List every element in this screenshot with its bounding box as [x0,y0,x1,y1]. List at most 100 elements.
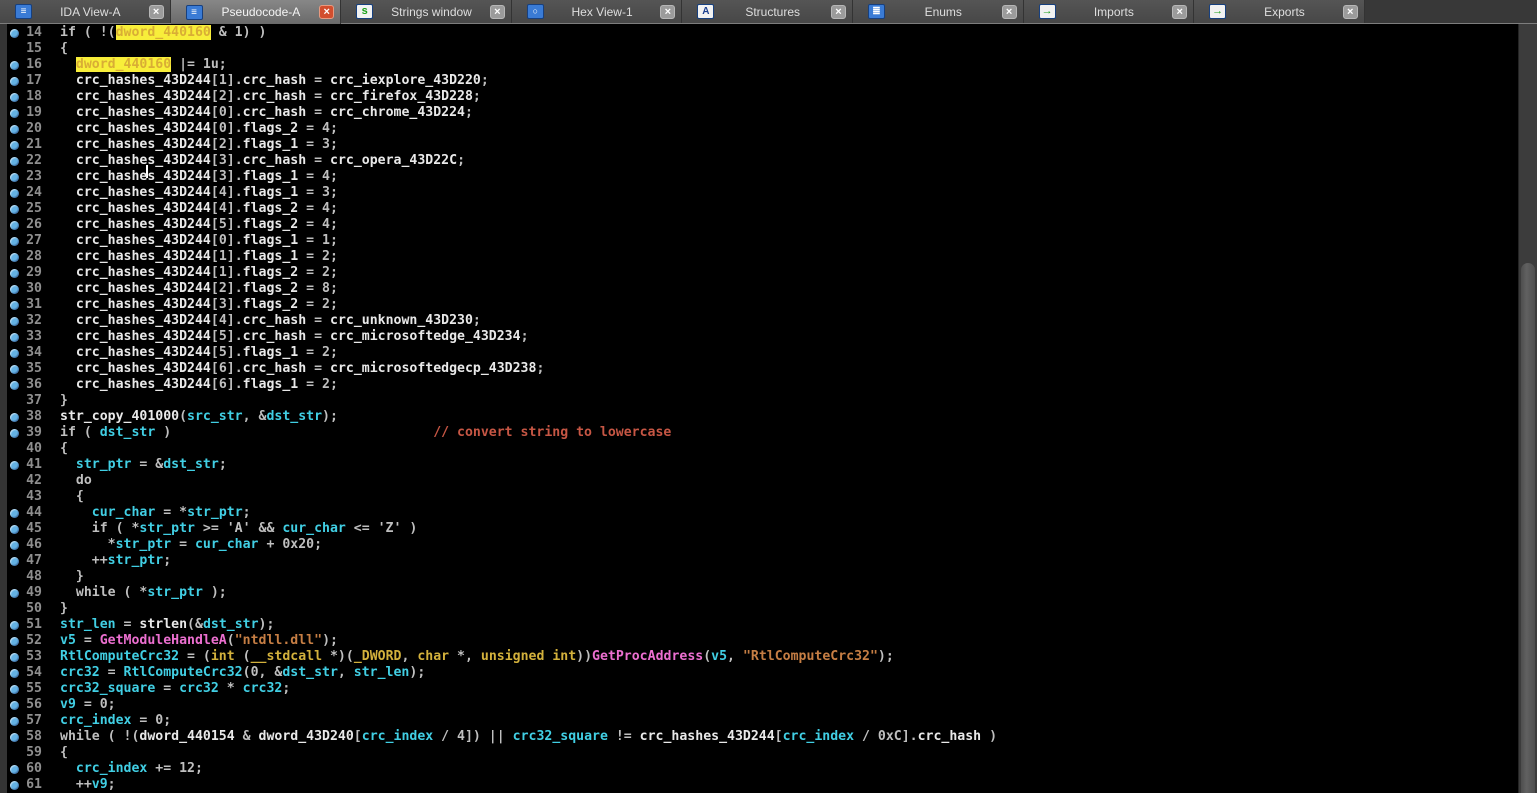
strings-icon: s [356,4,373,19]
tab-label: IDA View-A [32,5,149,19]
ida-view-icon: ≡ [15,4,32,19]
code-line[interactable]: 25 crc_hashes_43D244[4].flags_2 = 4; [0,201,1518,217]
tab-close-button[interactable]: × [1172,5,1187,19]
code-text: { [60,489,84,505]
scrollbar-thumb[interactable] [1521,263,1535,793]
code-line[interactable]: 47 ++str_ptr; [0,553,1518,569]
code-text: dword_440160 |= 1u; [60,57,227,73]
tab-label: Strings window [373,5,490,19]
tab-strings-window[interactable]: sStrings window× [341,0,512,23]
code-text: crc_hashes_43D244[3].crc_hash = crc_oper… [60,153,465,169]
code-text: crc_hashes_43D244[1].crc_hash = crc_iexp… [60,73,489,89]
tab-hex-view-1[interactable]: ○Hex View-1× [512,0,683,23]
code-line[interactable]: 24 crc_hashes_43D244[4].flags_1 = 3; [0,185,1518,201]
code-text: crc32 = RtlComputeCrc32(0, &dst_str, str… [60,665,425,681]
code-line[interactable]: 39if ( dst_str ) // convert string to lo… [0,425,1518,441]
code-line[interactable]: 26 crc_hashes_43D244[5].flags_2 = 4; [0,217,1518,233]
code-line[interactable]: 22 crc_hashes_43D244[3].crc_hash = crc_o… [0,153,1518,169]
code-text: crc_hashes_43D244[3].flags_2 = 2; [60,297,338,313]
code-line[interactable]: 54crc32 = RtlComputeCrc32(0, &dst_str, s… [0,665,1518,681]
structures-icon: A [697,4,714,19]
code-line[interactable]: 53RtlComputeCrc32 = (int (__stdcall *)(_… [0,649,1518,665]
code-line[interactable]: 55crc32_square = crc32 * crc32; [0,681,1518,697]
code-line[interactable]: 37} [0,393,1518,409]
code-line[interactable]: 14if ( !(dword_440160 & 1) ) [0,25,1518,41]
code-line[interactable]: 61 ++v9; [0,777,1518,793]
code-text: while ( !(dword_440154 & dword_43D240[cr… [60,729,997,745]
code-line[interactable]: 31 crc_hashes_43D244[3].flags_2 = 2; [0,297,1518,313]
code-line[interactable]: 21 crc_hashes_43D244[2].flags_1 = 3; [0,137,1518,153]
code-line[interactable]: 40{ [0,441,1518,457]
code-text: crc_index += 12; [60,761,203,777]
code-line[interactable]: 27 crc_hashes_43D244[0].flags_1 = 1; [0,233,1518,249]
tab-enums[interactable]: ≣Enums× [853,0,1024,23]
tab-pseudocode-a[interactable]: ≡Pseudocode-A× [171,0,342,24]
code-line[interactable]: 48 } [0,569,1518,585]
code-line[interactable]: 52v5 = GetModuleHandleA("ntdll.dll"); [0,633,1518,649]
code-line[interactable]: 35 crc_hashes_43D244[6].crc_hash = crc_m… [0,361,1518,377]
tab-close-button[interactable]: × [149,5,164,19]
code-line[interactable]: 50} [0,601,1518,617]
code-text: crc_hashes_43D244[6].flags_1 = 2; [60,377,338,393]
tab-label: Structures [714,5,831,19]
code-view[interactable]: 14if ( !(dword_440160 & 1) )15{16 dword_… [0,24,1518,793]
enums-icon: ≣ [868,4,885,19]
tab-ida-view-a[interactable]: ≡IDA View-A× [0,0,171,23]
code-line[interactable]: 44 cur_char = *str_ptr; [0,505,1518,521]
tab-close-button[interactable]: × [1343,5,1358,19]
code-text: } [60,393,68,409]
code-line[interactable]: 51str_len = strlen(&dst_str); [0,617,1518,633]
code-text: if ( *str_ptr >= 'A' && cur_char <= 'Z' … [60,521,417,537]
code-line[interactable]: 17 crc_hashes_43D244[1].crc_hash = crc_i… [0,73,1518,89]
code-text: crc_hashes_43D244[6].crc_hash = crc_micr… [60,361,544,377]
code-line[interactable]: 20 crc_hashes_43D244[0].flags_2 = 4; [0,121,1518,137]
code-text: crc_hashes_43D244[2].flags_1 = 3; [60,137,338,153]
tab-close-button[interactable]: × [319,5,334,19]
tab-close-button[interactable]: × [490,5,505,19]
code-text: while ( *str_ptr ); [60,585,227,601]
vertical-scrollbar[interactable] [1518,24,1537,793]
code-line[interactable]: 15{ [0,41,1518,57]
code-line[interactable]: 23 crc_hashes_43D244[3].flags_1 = 4; [0,169,1518,185]
code-line[interactable]: 59{ [0,745,1518,761]
code-line[interactable]: 43 { [0,489,1518,505]
code-line[interactable]: 18 crc_hashes_43D244[2].crc_hash = crc_f… [0,89,1518,105]
code-line[interactable]: 33 crc_hashes_43D244[5].crc_hash = crc_m… [0,329,1518,345]
code-line[interactable]: 29 crc_hashes_43D244[1].flags_2 = 2; [0,265,1518,281]
tab-close-button[interactable]: × [660,5,675,19]
tab-structures[interactable]: AStructures× [682,0,853,23]
code-text: crc_hashes_43D244[0].flags_2 = 4; [60,121,338,137]
tab-label: Exports [1226,5,1343,19]
code-text: crc_hashes_43D244[5].flags_2 = 4; [60,217,338,233]
code-line[interactable]: 41 str_ptr = &dst_str; [0,457,1518,473]
tab-close-button[interactable]: × [831,5,846,19]
code-line[interactable]: 16 dword_440160 |= 1u; [0,57,1518,73]
code-line[interactable]: 46 *str_ptr = cur_char + 0x20; [0,537,1518,553]
code-line[interactable]: 36 crc_hashes_43D244[6].flags_1 = 2; [0,377,1518,393]
code-line[interactable]: 58while ( !(dword_440154 & dword_43D240[… [0,729,1518,745]
tab-label: Enums [885,5,1002,19]
code-line[interactable]: 32 crc_hashes_43D244[4].crc_hash = crc_u… [0,313,1518,329]
code-line[interactable]: 28 crc_hashes_43D244[1].flags_1 = 2; [0,249,1518,265]
pseudocode-icon: ≡ [186,5,203,20]
imports-icon: → [1039,4,1056,19]
hex-view-icon: ○ [527,4,544,19]
code-line[interactable]: 45 if ( *str_ptr >= 'A' && cur_char <= '… [0,521,1518,537]
code-line[interactable]: 42 do [0,473,1518,489]
code-line[interactable]: 57crc_index = 0; [0,713,1518,729]
code-line[interactable]: 60 crc_index += 12; [0,761,1518,777]
code-text: { [60,745,68,761]
code-line[interactable]: 49 while ( *str_ptr ); [0,585,1518,601]
code-line[interactable]: 38str_copy_401000(src_str, &dst_str); [0,409,1518,425]
code-line[interactable]: 30 crc_hashes_43D244[2].flags_2 = 8; [0,281,1518,297]
tab-exports[interactable]: →Exports× [1194,0,1365,23]
code-line[interactable]: 19 crc_hashes_43D244[0].crc_hash = crc_c… [0,105,1518,121]
code-line[interactable]: 56v9 = 0; [0,697,1518,713]
code-text: crc_hashes_43D244[4].flags_1 = 3; [60,185,338,201]
tab-close-button[interactable]: × [1002,5,1017,19]
code-text: crc_hashes_43D244[0].crc_hash = crc_chro… [60,105,473,121]
code-line[interactable]: 34 crc_hashes_43D244[5].flags_1 = 2; [0,345,1518,361]
code-text: crc_hashes_43D244[0].flags_1 = 1; [60,233,338,249]
tab-label: Pseudocode-A [203,5,320,19]
tab-imports[interactable]: →Imports× [1024,0,1195,23]
